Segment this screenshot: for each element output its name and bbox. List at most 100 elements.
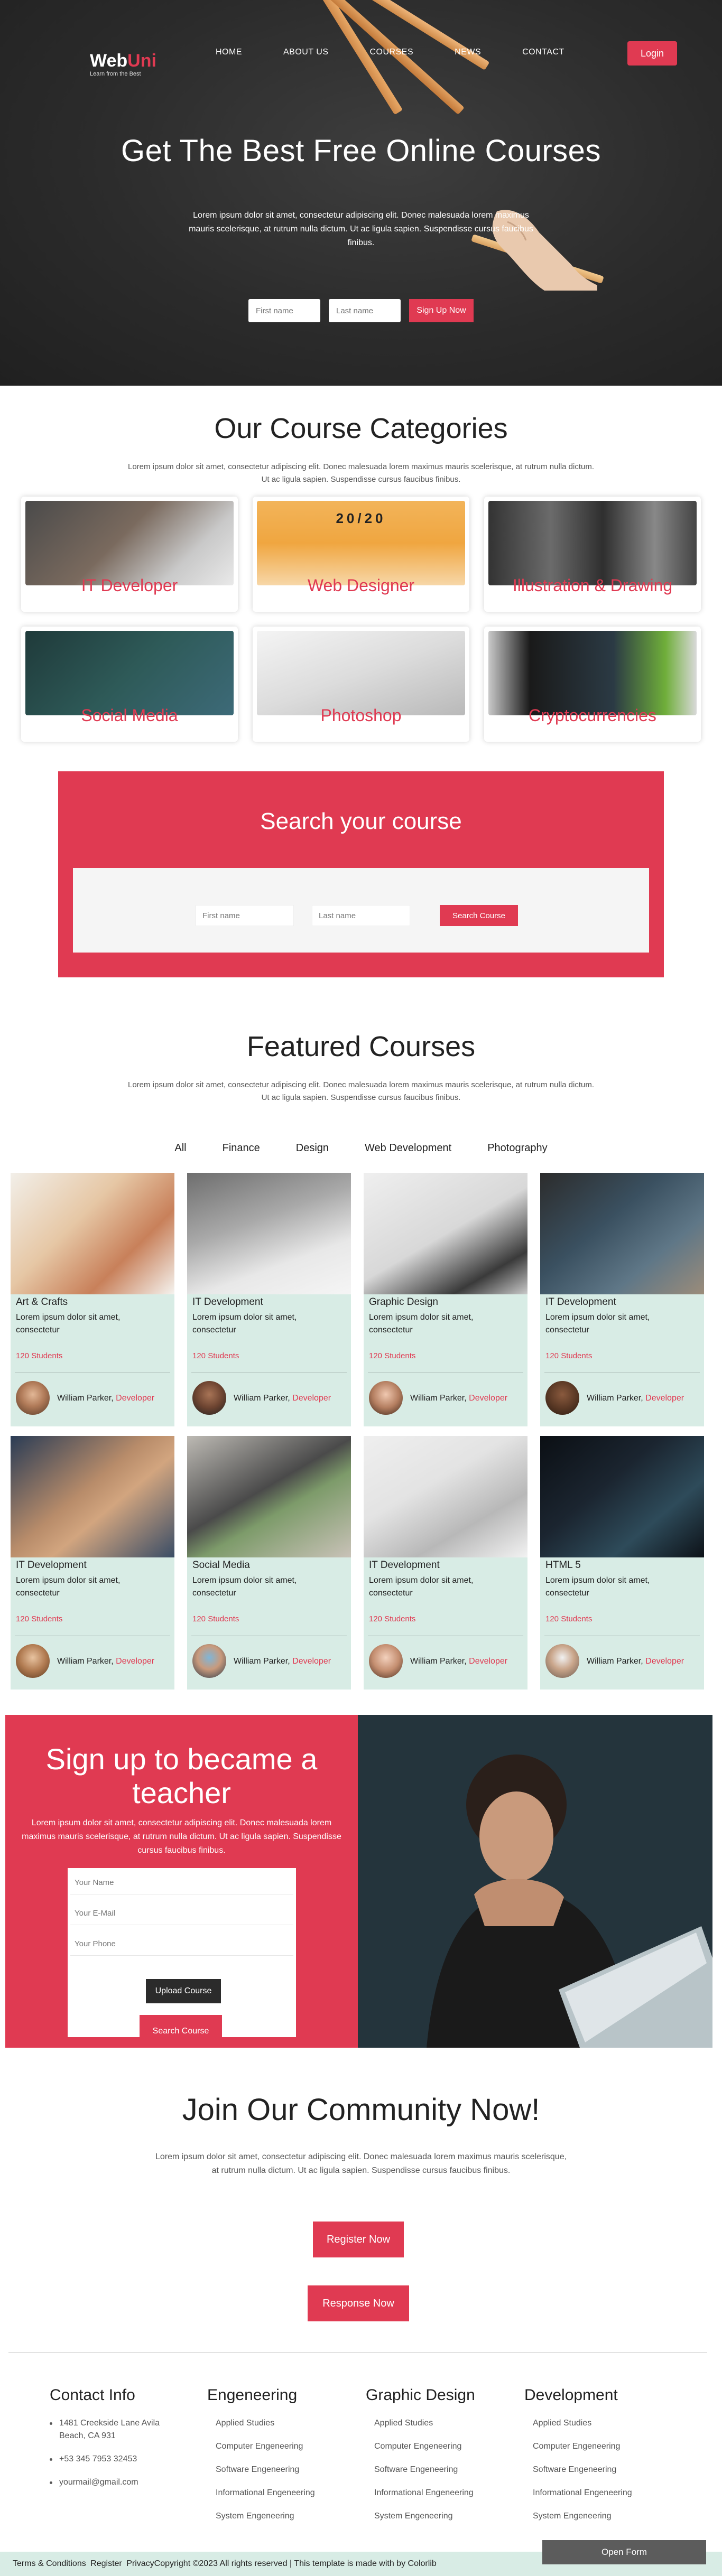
search-course-button[interactable]: Search Course [440,905,518,926]
filter-design[interactable]: Design [296,1142,329,1154]
course-card[interactable]: IT Development Lorem ipsum dolor sit amet… [540,1173,704,1426]
course-card[interactable]: IT Development Lorem ipsum dolor sit amet… [11,1436,174,1690]
featured-courses-section: Featured Courses Lorem ipsum dolor sit a… [0,1030,722,1690]
category-card[interactable]: Cryptocurrencies [484,627,701,742]
teacher-form: Upload Course Search Course [68,1868,296,2048]
categories-desc: Lorem ipsum dolor sit amet, consectetur … [127,462,595,484]
author-name: William Parker, [57,1394,114,1403]
author-role: Developer [469,1657,508,1666]
teacher-search-course-button[interactable]: Search Course [140,2015,222,2048]
category-label: IT Developer [81,576,178,595]
footer-bottom-links: Terms & Conditions Register PrivacyCopyr… [13,2559,437,2569]
footer-link[interactable]: Computer Engeneering [374,2440,475,2453]
footer-link[interactable]: System Engeneering [533,2510,632,2523]
footer-link[interactable]: Computer Engeneering [216,2440,315,2453]
footer-column-title: Graphic Design [366,2386,475,2404]
author-role: Developer [116,1394,155,1403]
course-students: 120 Students [16,1351,63,1360]
course-desc: Lorem ipsum dolor sit amet, consectetur [192,1313,297,1334]
category-image [488,631,697,715]
author-avatar [545,1644,579,1678]
footer-column-title: Engeneering [207,2386,298,2404]
category-card[interactable]: Illustration & Drawing [484,497,701,612]
register-link[interactable]: Register [90,2559,122,2568]
footer-link[interactable]: Software Engeneering [533,2463,632,2476]
hero-signup-form: Sign Up Now [248,299,474,322]
course-card[interactable]: HTML 5 Lorem ipsum dolor sit amet, consec… [540,1436,704,1690]
course-card[interactable]: IT Development Lorem ipsum dolor sit amet… [187,1173,351,1426]
course-title[interactable]: HTML 5 [545,1560,581,1571]
filter-web-development[interactable]: Web Development [365,1142,451,1154]
course-image [11,1173,174,1294]
course-students: 120 Students [545,1614,593,1623]
category-card[interactable]: 20/20 Web Designer [253,497,469,612]
course-students: 120 Students [192,1614,239,1623]
footer-link[interactable]: Informational Engeneering [533,2487,632,2499]
course-card[interactable]: IT Development Lorem ipsum dolor sit amet… [364,1436,527,1690]
footer-link[interactable]: Applied Studies [374,2417,475,2430]
course-image [540,1173,704,1294]
category-card[interactable]: IT Developer [21,497,238,612]
course-title[interactable]: IT Development [545,1296,616,1308]
filter-finance[interactable]: Finance [223,1142,260,1154]
hero-text: Lorem ipsum dolor sit amet, consectetur … [189,211,533,247]
category-card[interactable]: Social Media [21,627,238,742]
teacher-name-input[interactable] [70,1871,293,1894]
footer-link[interactable]: Informational Engeneering [216,2487,315,2499]
course-title[interactable]: Art & Crafts [16,1296,68,1308]
footer-link[interactable]: Software Engeneering [374,2463,475,2476]
logo[interactable]: WebUni Learn from the Best [90,52,156,77]
category-label: Cryptocurrencies [529,706,656,725]
filter-all[interactable]: All [174,1142,186,1154]
login-button[interactable]: Login [627,41,677,66]
course-card[interactable]: Social Media Lorem ipsum dolor sit amet, … [187,1436,351,1690]
course-title[interactable]: IT Development [16,1560,87,1571]
footer-link[interactable]: Applied Studies [216,2417,315,2430]
footer-link[interactable]: Software Engeneering [216,2463,315,2476]
teacher-email-input[interactable] [70,1902,293,1925]
privacy-link[interactable]: Privacy [126,2559,154,2568]
search-last-name-input[interactable] [312,905,410,926]
register-now-button[interactable]: Register Now [313,2222,404,2257]
course-title[interactable]: Graphic Design [369,1296,438,1308]
course-desc: Lorem ipsum dolor sit amet, consectetur [545,1576,650,1598]
course-filters: All Finance Design Web Development Photo… [0,1142,722,1154]
footer-link[interactable]: System Engeneering [374,2510,475,2523]
footer-email[interactable]: yourmail@gmail.com [50,2476,187,2489]
course-students: 120 Students [16,1614,63,1623]
category-image-text: 20/20 [336,510,386,526]
upload-course-button[interactable]: Upload Course [146,1979,221,2003]
course-author: William Parker, Developer [57,1657,154,1666]
course-desc: Lorem ipsum dolor sit amet, consectetur [369,1576,474,1598]
search-course-section: Search your course Search Course [58,771,664,977]
footer-link[interactable]: Informational Engeneering [374,2487,475,2499]
course-card[interactable]: Art & Crafts Lorem ipsum dolor sit amet, … [11,1173,174,1426]
course-grid: Art & Crafts Lorem ipsum dolor sit amet, … [11,1173,705,1690]
response-now-button[interactable]: Response Now [308,2285,409,2321]
terms-link[interactable]: Terms & Conditions [13,2559,86,2568]
footer-link[interactable]: Applied Studies [533,2417,632,2430]
hero-first-name-input[interactable] [248,299,320,322]
logo-tagline: Learn from the Best [90,71,141,77]
filter-photography[interactable]: Photography [487,1142,547,1154]
course-title[interactable]: Social Media [192,1560,250,1571]
menu-courses[interactable]: COURSES [370,48,414,57]
hero-signup-button[interactable]: Sign Up Now [409,299,474,322]
featured-desc: Lorem ipsum dolor sit amet, consectetur … [127,1080,595,1102]
search-form: Search Course [73,868,649,953]
menu-news[interactable]: NEWS [455,48,481,57]
course-title[interactable]: IT Development [369,1560,440,1571]
open-form-button[interactable]: Open Form [542,2540,706,2564]
search-first-name-input[interactable] [196,905,294,926]
footer-link[interactable]: System Engeneering [216,2510,315,2523]
hero-last-name-input[interactable] [329,299,401,322]
category-card[interactable]: Photoshop [253,627,469,742]
menu-about-us[interactable]: ABOUT US [283,48,329,57]
course-card[interactable]: Graphic Design Lorem ipsum dolor sit amet… [364,1173,527,1426]
menu-contact[interactable]: CONTACT [522,48,564,57]
search-title: Search your course [260,808,462,834]
teacher-phone-input[interactable] [70,1933,293,1956]
footer-link[interactable]: Computer Engeneering [533,2440,632,2453]
menu-home[interactable]: HOME [216,48,242,57]
course-title[interactable]: IT Development [192,1296,263,1308]
